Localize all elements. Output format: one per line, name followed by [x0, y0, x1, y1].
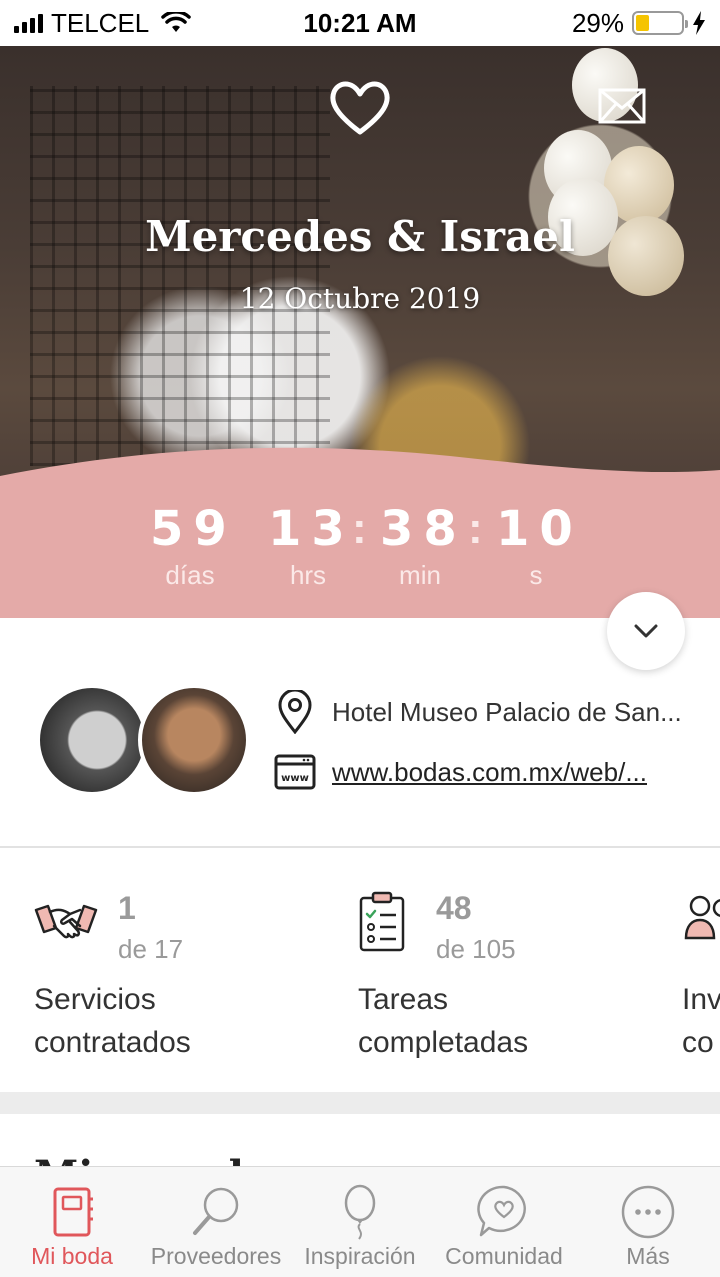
heart-logo-icon	[330, 81, 390, 135]
stat-services-label: Servicios contratados	[34, 978, 191, 1064]
stat-services-label-line1: Servicios	[34, 983, 156, 1016]
countdown-seconds: 10 s	[496, 500, 576, 592]
section-divider	[0, 1092, 720, 1114]
handshake-icon	[34, 904, 98, 939]
envelope-icon[interactable]	[598, 88, 646, 124]
stat-guests-label: Inv co	[682, 978, 720, 1064]
countdown-seconds-value: 10	[496, 501, 583, 557]
countdown-days-value: 59	[150, 501, 237, 557]
balloon-icon	[344, 1184, 376, 1240]
location-pin-icon	[278, 690, 312, 734]
avatar-groom[interactable]	[138, 684, 250, 796]
tab-mi-boda[interactable]: Mi boda	[0, 1167, 144, 1277]
tab-proveedores[interactable]: Proveedores	[144, 1167, 288, 1277]
battery-fill	[636, 15, 649, 31]
countdown-seconds-label: s	[529, 560, 543, 590]
venue-row[interactable]: Hotel Museo Palacio de San...	[274, 690, 682, 734]
tab-label: Proveedores	[150, 1243, 282, 1269]
couple-info: Hotel Museo Palacio de San... www www.bo…	[0, 618, 720, 848]
progress-stats: 1 de 17 Servicios contratados 48 de 105 …	[0, 850, 720, 1092]
countdown: 59 días 13 hrs : 38 min : 10 s	[0, 500, 720, 618]
checklist-icon	[359, 891, 405, 952]
guests-icon	[684, 895, 720, 940]
tab-inspiracion[interactable]: Inspiración	[288, 1167, 432, 1277]
countdown-days-label: días	[165, 560, 215, 590]
stat-tasks-total: de 105	[436, 934, 516, 964]
stat-services-label-line2: contratados	[34, 1026, 191, 1059]
tab-label: Mi boda	[31, 1243, 113, 1269]
tab-mas[interactable]: Más	[576, 1167, 720, 1277]
venue-text: Hotel Museo Palacio de San...	[332, 696, 682, 727]
chevron-down-icon	[634, 624, 658, 638]
tab-label: Más	[626, 1243, 670, 1269]
countdown-minutes-label: min	[399, 560, 441, 590]
website-icon: www	[274, 754, 316, 790]
notebook-icon	[53, 1187, 93, 1237]
tab-label: Inspiración	[304, 1243, 416, 1269]
cover-photo-backdrop	[30, 86, 330, 466]
stat-services[interactable]: 1 de 17 Servicios contratados	[0, 890, 320, 1090]
battery-icon	[632, 11, 688, 35]
countdown-days: 59 días	[150, 500, 230, 592]
couple-names: Mercedes & Israel	[145, 212, 575, 261]
charging-icon	[693, 11, 705, 35]
agenda-section: Mi agenda	[0, 1114, 720, 1166]
countdown-minutes: 38 min	[380, 500, 460, 592]
countdown-hours-label: hrs	[289, 560, 327, 590]
expand-button[interactable]	[607, 592, 685, 670]
stat-tasks-label-line2: completadas	[358, 1026, 529, 1059]
tab-label: Comunidad	[445, 1243, 563, 1269]
more-icon	[621, 1185, 675, 1239]
svg-text:www: www	[281, 773, 309, 784]
countdown-hours: 13 hrs	[268, 500, 348, 592]
avatar-bride[interactable]	[36, 684, 148, 796]
countdown-separator: :	[352, 504, 367, 553]
battery-percent: 29%	[571, 7, 624, 38]
countdown-hours-value: 13	[268, 501, 355, 557]
stat-services-value: 1	[118, 890, 136, 926]
website-link[interactable]: www.bodas.com.mx/web/...	[332, 757, 647, 788]
countdown-minutes-value: 38	[380, 501, 467, 557]
stat-tasks[interactable]: 48 de 105 Tareas completadas	[324, 890, 644, 1090]
countdown-separator: :	[468, 504, 483, 553]
bottom-tab-bar: Mi boda Proveedores Inspiración Comunida…	[0, 1166, 720, 1277]
stat-guests-label-line2: co	[682, 1026, 714, 1059]
stat-tasks-value: 48	[436, 890, 472, 926]
wedding-date: 12 Octubre 2019	[239, 282, 481, 315]
section-title: Mi agenda	[34, 1152, 270, 1166]
stat-guests[interactable]: Inv co	[648, 890, 720, 1090]
stat-services-total: de 17	[118, 934, 184, 964]
stat-tasks-label-line1: Tareas	[358, 983, 449, 1016]
website-row[interactable]: www www.bodas.com.mx/web/...	[274, 754, 647, 790]
chat-heart-icon	[477, 1185, 526, 1237]
magnifier-icon	[193, 1187, 239, 1235]
stat-guests-label-line1: Inv	[682, 983, 720, 1016]
stat-tasks-label: Tareas completadas	[358, 978, 528, 1064]
tab-comunidad[interactable]: Comunidad	[432, 1167, 576, 1277]
status-bar: TELCEL 10:21 AM 29%	[0, 0, 720, 46]
